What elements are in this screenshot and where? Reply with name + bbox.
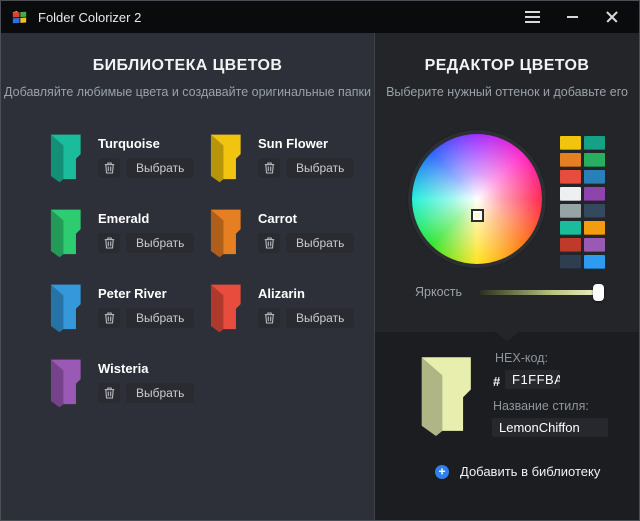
add-to-library-button[interactable]: + Добавить в библиотеку xyxy=(435,464,600,479)
swatch-grid xyxy=(560,136,605,269)
color-name: Peter River xyxy=(98,286,194,301)
swatch-9b59b6[interactable] xyxy=(584,238,605,252)
color-name: Emerald xyxy=(98,211,194,226)
color-name: Carrot xyxy=(258,211,354,226)
section-notch xyxy=(495,332,519,341)
select-color-button[interactable]: Выбрать xyxy=(126,233,194,253)
swatch-2c3e50[interactable] xyxy=(560,255,581,269)
swatch-2980b9[interactable] xyxy=(584,170,605,184)
trash-icon xyxy=(104,387,115,399)
swatch-c0392b[interactable] xyxy=(560,238,581,252)
close-icon xyxy=(606,11,618,23)
swatch-ecf0f1[interactable] xyxy=(560,187,581,201)
preview-folder-icon xyxy=(414,354,476,443)
swatch-95a5a6[interactable] xyxy=(560,204,581,218)
editor-bottom-section: HEX-код: # Название стиля: + Добавить в … xyxy=(375,332,639,520)
trash-icon xyxy=(104,237,115,249)
library-grid: Turquoise Выбрать xyxy=(46,133,366,433)
swatch-27ae60[interactable] xyxy=(584,153,605,167)
library-item: Emerald Выбрать xyxy=(46,208,206,283)
folder-icon xyxy=(46,208,84,263)
minimize-icon xyxy=(567,16,578,18)
swatch-16a085[interactable] xyxy=(584,136,605,150)
library-item: Sun Flower Выбрать xyxy=(206,133,366,208)
swatch-8e44ad[interactable] xyxy=(584,187,605,201)
color-name: Alizarin xyxy=(258,286,354,301)
color-wheel[interactable] xyxy=(412,134,542,264)
editor-title: РЕДАКТОР ЦВЕТОВ xyxy=(375,57,639,75)
library-subtitle: Добавляйте любимые цвета и создавайте ор… xyxy=(1,85,374,99)
select-color-button[interactable]: Выбрать xyxy=(286,233,354,253)
style-name-label: Название стиля: xyxy=(493,399,589,413)
color-wheel-cursor[interactable] xyxy=(471,209,484,222)
select-color-button[interactable]: Выбрать xyxy=(126,158,194,178)
library-item: Carrot Выбрать xyxy=(206,208,366,283)
swatch-1abc9c[interactable] xyxy=(560,221,581,235)
color-name: Wisteria xyxy=(98,361,194,376)
delete-color-button[interactable] xyxy=(258,308,280,328)
brightness-slider-track[interactable] xyxy=(480,290,600,295)
close-button[interactable] xyxy=(599,6,625,28)
hex-prefix: # xyxy=(493,374,500,389)
library-title: БИБЛИОТЕКА ЦВЕТОВ xyxy=(1,57,374,75)
trash-icon xyxy=(104,312,115,324)
library-item: Wisteria Выбрать xyxy=(46,358,206,433)
trash-icon xyxy=(264,162,275,174)
folder-icon xyxy=(46,283,84,338)
delete-color-button[interactable] xyxy=(258,233,280,253)
delete-color-button[interactable] xyxy=(258,158,280,178)
trash-icon xyxy=(104,162,115,174)
swatch-e67e22[interactable] xyxy=(560,153,581,167)
delete-color-button[interactable] xyxy=(98,308,120,328)
editor-subtitle: Выберите нужный оттенок и добавьте его xyxy=(375,85,639,99)
window-title: Folder Colorizer 2 xyxy=(38,10,141,25)
folder-icon xyxy=(206,283,244,338)
folder-icon xyxy=(46,133,84,188)
swatch-2d9bf0[interactable] xyxy=(584,255,605,269)
library-item: Turquoise Выбрать xyxy=(46,133,206,208)
swatch-e74c3c[interactable] xyxy=(560,170,581,184)
trash-icon xyxy=(264,237,275,249)
plus-icon: + xyxy=(435,465,449,479)
folder-icon xyxy=(46,358,84,413)
hex-input[interactable] xyxy=(505,370,560,389)
editor-panel: РЕДАКТОР ЦВЕТОВ Выберите нужный оттенок … xyxy=(374,33,639,520)
select-color-button[interactable]: Выбрать xyxy=(126,308,194,328)
trash-icon xyxy=(264,312,275,324)
title-bar: Folder Colorizer 2 xyxy=(1,1,639,33)
folder-icon xyxy=(206,133,244,188)
swatch-f39c12[interactable] xyxy=(584,221,605,235)
select-color-button[interactable]: Выбрать xyxy=(286,308,354,328)
folder-icon xyxy=(206,208,244,263)
hamburger-icon xyxy=(525,11,540,23)
library-item: Peter River Выбрать xyxy=(46,283,206,358)
menu-button[interactable] xyxy=(519,6,545,28)
library-panel: БИБЛИОТЕКА ЦВЕТОВ Добавляйте любимые цве… xyxy=(1,33,374,520)
delete-color-button[interactable] xyxy=(98,158,120,178)
delete-color-button[interactable] xyxy=(98,383,120,403)
select-color-button[interactable]: Выбрать xyxy=(286,158,354,178)
delete-color-button[interactable] xyxy=(98,233,120,253)
style-name-input[interactable] xyxy=(492,418,608,437)
app-window: Folder Colorizer 2 БИБЛИОТЕКА ЦВЕТОВ Доб… xyxy=(0,0,640,521)
hex-label: HEX-код: xyxy=(495,351,548,365)
minimize-button[interactable] xyxy=(559,6,585,28)
brightness-label: Яркость xyxy=(415,285,462,299)
swatch-34495e[interactable] xyxy=(584,204,605,218)
select-color-button[interactable]: Выбрать xyxy=(126,383,194,403)
app-logo-icon xyxy=(11,10,28,25)
swatch-f1c40f[interactable] xyxy=(560,136,581,150)
add-to-library-label: Добавить в библиотеку xyxy=(460,464,600,479)
color-name: Turquoise xyxy=(98,136,194,151)
brightness-slider-thumb[interactable] xyxy=(593,284,604,301)
library-item: Alizarin Выбрать xyxy=(206,283,366,358)
color-name: Sun Flower xyxy=(258,136,354,151)
